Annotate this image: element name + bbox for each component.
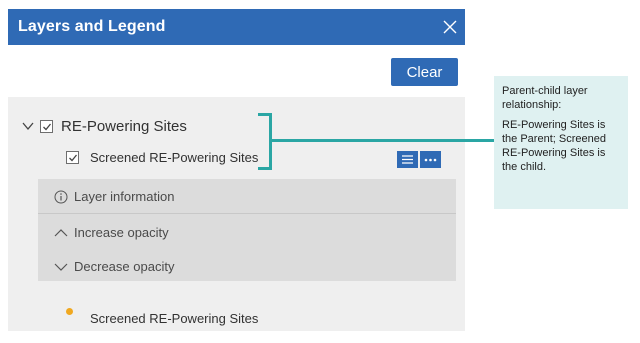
chevron-down-icon (54, 260, 68, 274)
child-layer-checkbox[interactable] (66, 151, 79, 164)
child-layer-label: Screened RE-Powering Sites (90, 150, 259, 165)
chevron-up-icon (54, 226, 68, 240)
menu-item-decrease-opacity[interactable]: Decrease opacity (54, 259, 174, 274)
layer-item-parent: RE-Powering Sites (22, 118, 187, 135)
clear-button[interactable]: Clear (391, 58, 458, 86)
legend-symbol-dot (66, 308, 73, 315)
menu-item-label: Layer information (74, 189, 175, 204)
close-icon[interactable] (441, 18, 459, 36)
legend-label: Screened RE-Powering Sites (90, 311, 259, 326)
caret-down-icon[interactable] (22, 121, 34, 133)
menu-item-label: Increase opacity (74, 225, 169, 240)
parent-layer-checkbox[interactable] (40, 120, 53, 133)
callout-body: RE-Powering Sites is the Parent; Screene… (502, 119, 606, 173)
layer-item-child: Screened RE-Powering Sites (66, 150, 258, 165)
panel-header: Layers and Legend (8, 9, 465, 45)
panel-title: Layers and Legend (18, 18, 166, 35)
annotation-callout: Parent-child layer relationship: RE-Powe… (494, 76, 628, 209)
legend-list-icon[interactable] (397, 151, 418, 168)
annotation-connector-line (272, 139, 494, 142)
parent-layer-label: RE-Powering Sites (61, 118, 187, 135)
menu-item-layer-information[interactable]: Layer information (54, 189, 174, 204)
legend-item: Screened RE-Powering Sites (66, 297, 258, 326)
menu-item-label: Decrease opacity (74, 259, 175, 274)
callout-heading: Parent-child layer relationship: (502, 85, 588, 111)
annotation-bracket (258, 113, 272, 170)
menu-divider (38, 213, 456, 214)
layer-actions (397, 151, 441, 168)
info-icon (54, 190, 68, 204)
menu-item-increase-opacity[interactable]: Increase opacity (54, 225, 169, 240)
more-options-icon[interactable] (420, 151, 441, 168)
